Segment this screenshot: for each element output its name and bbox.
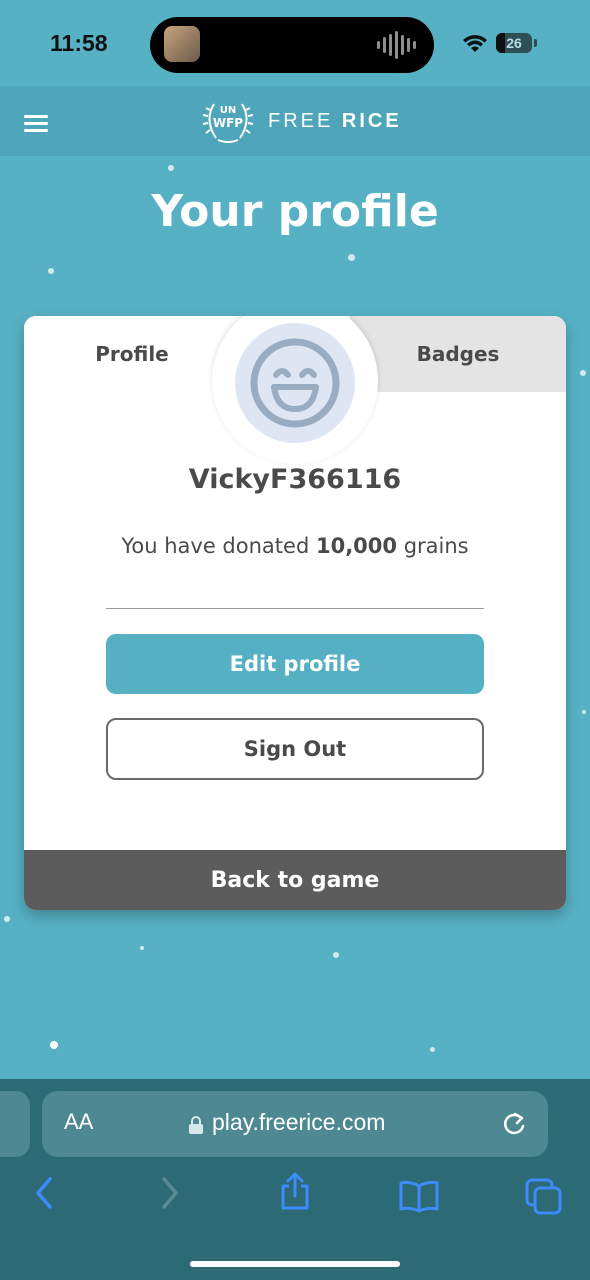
now-playing-thumbnail — [164, 26, 200, 62]
donation-summary: You have donated 10,000 grains — [24, 534, 566, 558]
smiley-face-icon — [250, 338, 340, 428]
avatar — [235, 323, 355, 443]
url-text[interactable]: play.freerice.com — [212, 1109, 385, 1136]
donation-prefix: You have donated — [121, 534, 310, 558]
background-sparkle — [430, 1047, 435, 1052]
battery-tip — [534, 39, 537, 47]
dynamic-island[interactable] — [150, 17, 434, 73]
text-size-button[interactable]: AA — [64, 1109, 93, 1135]
logo-wordmark: FREE RICE — [268, 110, 402, 133]
back-to-game-button[interactable]: Back to game — [24, 850, 566, 910]
edit-profile-button[interactable]: Edit profile — [106, 634, 484, 694]
lock-icon — [189, 1116, 203, 1134]
tab-profile[interactable]: Profile — [24, 316, 240, 392]
logo-wfp-text: WFP — [212, 116, 244, 130]
battery-icon: 26 — [496, 33, 532, 53]
reload-icon[interactable] — [500, 1110, 528, 1138]
audio-wave-icon — [377, 31, 416, 59]
wfp-laurel-emblem: UN WFP — [200, 98, 256, 144]
previous-tab-preview[interactable] — [0, 1091, 30, 1157]
logo-rice-text: RICE — [341, 109, 402, 132]
donation-suffix: grains — [403, 534, 469, 558]
background-sparkle — [50, 1041, 58, 1049]
profile-card: Profile Badges VickyF366116 You have don… — [24, 316, 566, 910]
status-bar: 11:58 26 — [0, 0, 590, 86]
status-time: 11:58 — [50, 30, 108, 56]
background-sparkle — [140, 946, 144, 950]
share-icon[interactable] — [278, 1171, 312, 1211]
background-sparkle — [168, 165, 174, 171]
page-title: Your profile — [151, 186, 439, 237]
background-sparkle — [333, 952, 339, 958]
logo-free-text: FREE — [268, 109, 334, 132]
donation-amount: 10,000 — [315, 534, 398, 558]
tabs-icon[interactable] — [524, 1177, 564, 1215]
site-header: UN WFP FREE RICE — [0, 86, 590, 156]
logo-un-text: UN — [219, 105, 237, 116]
username: VickyF366116 — [188, 464, 402, 495]
bookmarks-icon[interactable] — [398, 1179, 440, 1213]
freerice-logo[interactable]: UN WFP FREE RICE — [200, 98, 402, 144]
address-bar[interactable]: AA play.freerice.com — [42, 1091, 548, 1157]
tab-badges[interactable]: Badges — [350, 316, 566, 392]
background-sparkle — [48, 268, 54, 274]
background-sparkle — [582, 710, 586, 714]
browser-bottom-bar: AA play.freerice.com — [0, 1079, 590, 1280]
forward-arrow-icon[interactable] — [156, 1175, 184, 1211]
battery-level-text: 26 — [506, 35, 522, 51]
hamburger-menu-icon[interactable] — [24, 115, 48, 133]
sign-out-button[interactable]: Sign Out — [106, 718, 484, 780]
background-sparkle — [4, 916, 10, 922]
back-arrow-icon[interactable] — [30, 1175, 58, 1211]
background-sparkle — [580, 370, 586, 376]
divider — [106, 608, 484, 609]
wifi-icon — [463, 35, 487, 52]
home-indicator[interactable] — [190, 1261, 400, 1267]
background-sparkle — [348, 254, 355, 261]
